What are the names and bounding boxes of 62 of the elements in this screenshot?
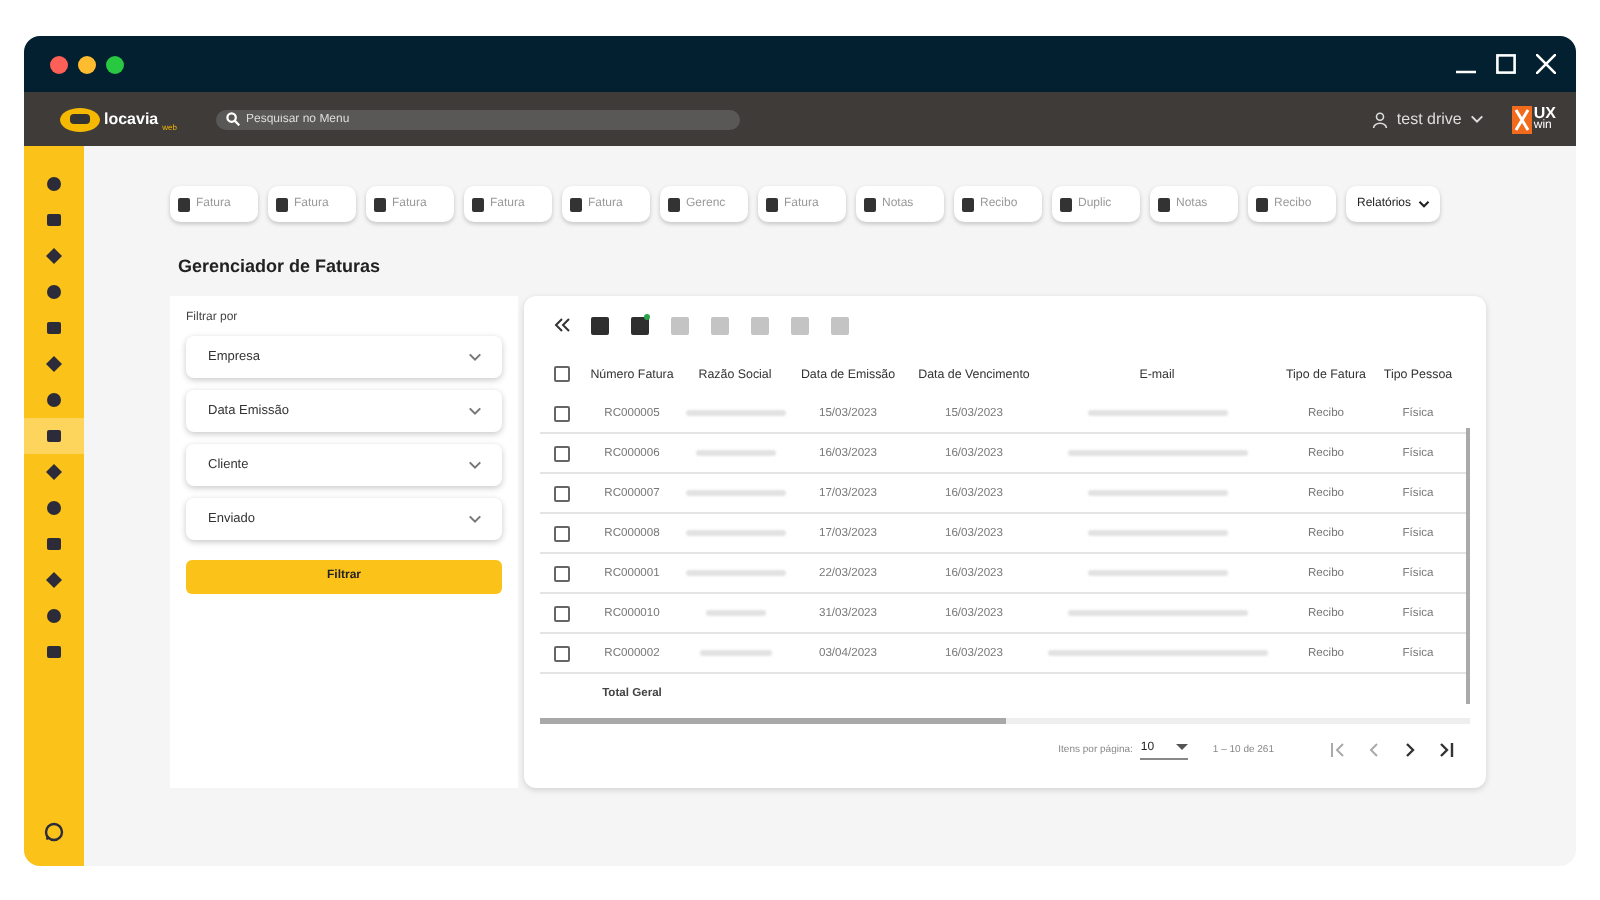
document-icon xyxy=(1060,197,1072,211)
menu-glyph-icon xyxy=(46,176,62,192)
logo-text: locavia xyxy=(104,110,159,128)
scrollbar-thumb[interactable] xyxy=(1466,428,1470,704)
select-all-checkbox[interactable] xyxy=(554,366,570,382)
document-icon xyxy=(668,197,680,211)
document-icon xyxy=(1256,197,1268,211)
document-icon xyxy=(570,197,582,211)
caret-down-icon xyxy=(1176,744,1189,750)
zoom-dot[interactable] xyxy=(106,55,124,73)
user-icon xyxy=(1372,111,1389,127)
menu-glyph-icon xyxy=(46,500,62,516)
menu-glyph-icon xyxy=(46,572,62,588)
document-icon xyxy=(1158,197,1170,211)
menu-glyph-icon xyxy=(46,644,62,660)
sidebar-item[interactable] xyxy=(24,418,84,454)
minimize-dot[interactable] xyxy=(78,55,96,73)
chevron-down-icon xyxy=(1417,200,1429,208)
menu-glyph-icon xyxy=(46,248,62,264)
row-checkbox[interactable] xyxy=(554,485,570,501)
maximize-icon[interactable] xyxy=(1496,54,1516,74)
menu-glyph-icon xyxy=(46,464,62,480)
document-icon xyxy=(472,197,484,211)
chevron-down-icon xyxy=(468,352,482,362)
page-title: Gerenciador de Faturas xyxy=(178,256,383,280)
menu-glyph-icon xyxy=(46,608,62,624)
row-checkbox[interactable] xyxy=(554,525,570,541)
row-checkbox[interactable] xyxy=(554,445,570,461)
menu-glyph-icon xyxy=(46,536,62,552)
row-checkbox[interactable] xyxy=(554,645,570,661)
chevron-down-icon xyxy=(468,514,482,524)
close-dot[interactable] xyxy=(50,55,68,73)
document-icon xyxy=(864,197,876,211)
chevron-down-icon xyxy=(468,460,482,470)
chevron-down-icon xyxy=(1469,114,1484,124)
toolbar-icon[interactable] xyxy=(630,313,650,335)
document-icon xyxy=(766,197,778,211)
brand-logo-icon xyxy=(1511,105,1532,133)
document-icon xyxy=(374,197,386,211)
menu-glyph-icon xyxy=(46,428,62,444)
next-page-icon[interactable] xyxy=(1402,742,1418,758)
collapse-icon[interactable] xyxy=(554,317,570,331)
search-icon xyxy=(226,112,240,126)
document-icon xyxy=(962,197,974,211)
brand-text: UX xyxy=(1533,105,1556,119)
scrollbar-thumb[interactable] xyxy=(540,718,1006,724)
row-checkbox[interactable] xyxy=(554,405,570,421)
menu-glyph-icon xyxy=(46,356,62,372)
toolbar-icon[interactable] xyxy=(590,313,610,335)
menu-glyph-icon xyxy=(46,320,62,336)
menu-glyph-icon xyxy=(46,392,62,408)
row-checkbox[interactable] xyxy=(554,605,570,621)
close-icon[interactable] xyxy=(1536,54,1556,74)
document-icon xyxy=(276,197,288,211)
last-page-icon[interactable] xyxy=(1438,742,1454,758)
menu-glyph-icon xyxy=(46,284,62,300)
document-icon xyxy=(178,197,190,211)
row-checkbox[interactable] xyxy=(554,565,570,581)
chat-bubble-icon[interactable] xyxy=(44,822,64,842)
chevron-down-icon xyxy=(468,406,482,416)
user-menu[interactable]: test drive xyxy=(1372,110,1484,128)
menu-glyph-icon xyxy=(46,212,62,228)
